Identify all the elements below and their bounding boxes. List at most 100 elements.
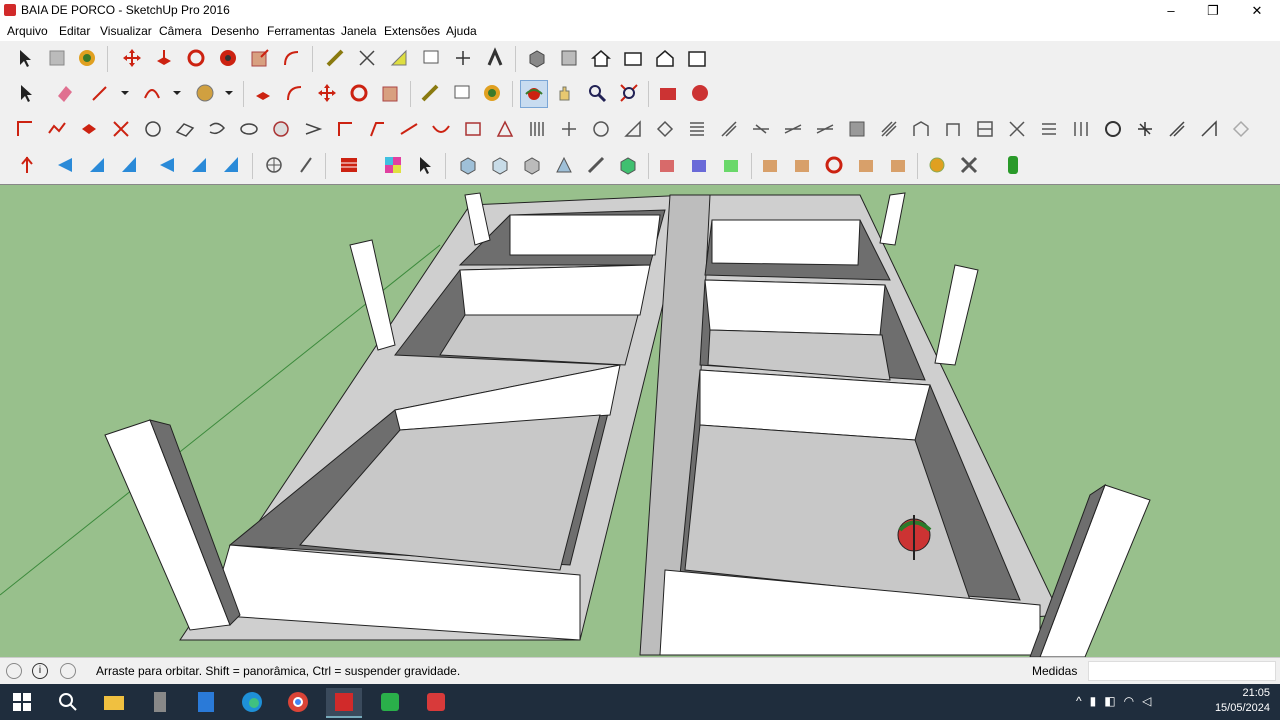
eraser-icon[interactable] [53,81,77,105]
tool-icon-s[interactable] [655,153,679,177]
tool-icon-23[interactable] [717,117,741,141]
push-pull-icon[interactable] [251,81,275,105]
select-tool-icon[interactable] [13,46,37,70]
microphone-icon[interactable]: ▮ [1090,694,1105,708]
tool-icon-p[interactable] [552,153,576,177]
tool-icon-19[interactable] [589,117,613,141]
chrome-icon[interactable] [280,688,316,716]
zoom-extents-icon[interactable] [617,81,641,105]
tool-icon-z[interactable] [886,153,910,177]
tool-icon-39[interactable] [1229,117,1253,141]
tool-icon-w[interactable] [790,153,814,177]
menu-desenho[interactable]: Desenho [211,24,259,38]
maximize-button[interactable]: ❐ [1192,0,1234,21]
tool-icon-16[interactable] [493,117,517,141]
line-icon[interactable] [88,81,112,105]
zoom-icon[interactable] [585,81,609,105]
menu-extensoes[interactable]: Extensões [384,24,440,38]
rotate-icon[interactable] [347,81,371,105]
tool-icon-r[interactable] [616,153,640,177]
orbit-icon[interactable] [520,80,548,108]
tool-icon-21[interactable] [653,117,677,141]
tool-icon-22[interactable] [685,117,709,141]
tool-icon-24[interactable] [749,117,773,141]
file-explorer-icon[interactable] [96,688,132,716]
tool-icon-4[interactable] [109,117,133,141]
tool-icon-18[interactable] [557,117,581,141]
tool-icon-m[interactable] [456,153,480,177]
dimension-icon[interactable] [355,46,379,70]
tool-icon-32[interactable] [1005,117,1029,141]
edge-icon[interactable] [234,688,270,716]
move-icon[interactable] [315,81,339,105]
text-tool-icon[interactable] [450,81,474,105]
move-icon[interactable] [120,46,144,70]
tool-icon-x[interactable] [822,153,846,177]
tool-icon-c[interactable] [85,153,109,177]
front-view-icon[interactable] [589,46,613,70]
tool-icon-14[interactable] [429,117,453,141]
axes-icon[interactable] [451,46,475,70]
tools-icon[interactable] [957,153,981,177]
tool-icon-28[interactable] [877,117,901,141]
text-tool-icon[interactable] [419,46,443,70]
tool-icon-29[interactable] [909,117,933,141]
tool-icon-26[interactable] [813,117,837,141]
tool-icon-k[interactable] [381,153,405,177]
top-view-icon[interactable] [557,46,581,70]
wifi-icon[interactable]: ◠ [1124,694,1142,708]
minimize-button[interactable]: – [1150,0,1192,21]
tool-icon-d[interactable] [117,153,141,177]
scale-icon[interactable] [248,46,272,70]
menu-arquivo[interactable]: Arquivo [7,24,48,38]
iso-view-icon[interactable] [525,46,549,70]
tool-icon-2[interactable] [45,117,69,141]
protractor-icon[interactable] [387,46,411,70]
paint-bucket-icon[interactable] [480,81,504,105]
tool-icon-9[interactable] [269,117,293,141]
tool-icon-25[interactable] [781,117,805,141]
tape-measure-icon[interactable] [418,81,442,105]
tool-icon-8[interactable] [237,117,261,141]
paint-bucket-icon[interactable] [75,46,99,70]
chevron-down-icon[interactable] [113,81,137,105]
warehouse-icon[interactable] [656,81,680,105]
search-icon[interactable] [50,688,86,716]
arc-icon[interactable] [140,81,164,105]
tool-icon-3[interactable] [77,117,101,141]
info-icon[interactable]: i [32,663,48,679]
tool-icon-36[interactable] [1133,117,1157,141]
tool-icon-b[interactable] [53,153,77,177]
tool-icon-o[interactable] [520,153,544,177]
sun-icon[interactable] [925,153,949,177]
sketchup-taskbar-icon[interactable] [326,688,362,718]
tool-icon-n[interactable] [488,153,512,177]
extension-warehouse-icon[interactable] [688,81,712,105]
tool-icon-7[interactable] [205,117,229,141]
circle-icon[interactable] [193,81,217,105]
menu-ferramentas[interactable]: Ferramentas [267,24,335,38]
camtasia-green-icon[interactable] [372,688,408,716]
tool-icon-20[interactable] [621,117,645,141]
network-icon[interactable]: ◧ [1104,694,1123,708]
tool-icon-30[interactable] [941,117,965,141]
tool-icon-h[interactable] [262,153,286,177]
close-button[interactable]: ✕ [1236,0,1278,21]
pan-hand-icon[interactable] [553,81,577,105]
measurements-field[interactable] [1088,661,1276,681]
tool-icon-13[interactable] [397,117,421,141]
3d-viewport[interactable] [0,184,1280,657]
speaker-icon[interactable]: ◁ [1142,694,1159,708]
push-pull-icon[interactable] [152,46,176,70]
tool-icon-i[interactable] [294,153,318,177]
tool-icon-j[interactable] [337,153,361,177]
tape-measure-icon[interactable] [323,46,347,70]
tool-icon-35[interactable] [1101,117,1125,141]
clock[interactable]: 21:05 15/05/2024 [1215,686,1270,716]
tool-icon-5[interactable] [141,117,165,141]
chevron-up-icon[interactable]: ^ [1076,694,1090,708]
windows-start-icon[interactable] [4,688,40,716]
tool-icon-34[interactable] [1069,117,1093,141]
user-icon[interactable] [60,663,76,679]
tool-icon-1[interactable] [13,117,37,141]
